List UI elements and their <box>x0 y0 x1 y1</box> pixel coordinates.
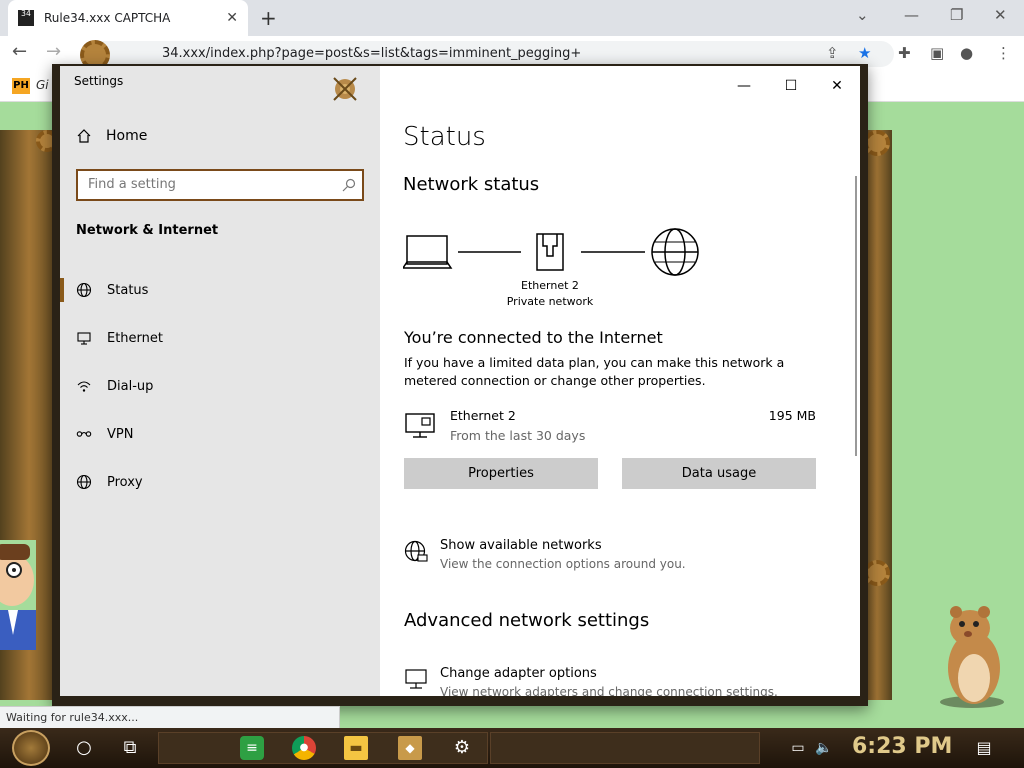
network-status-heading: Network status <box>403 174 540 195</box>
globe-icon <box>651 228 699 276</box>
app-thumbnail-icon[interactable]: ◆ <box>398 736 422 760</box>
sidebar-item-label: Dial-up <box>107 378 154 394</box>
sidebar-item-label: VPN <box>107 426 134 442</box>
page-title: Status <box>403 122 486 152</box>
show-available-networks-link[interactable]: Show available networks View the connect… <box>404 538 844 578</box>
notes-app-icon[interactable]: ≡ <box>240 736 264 760</box>
sidebar-item-label: Status <box>107 282 149 298</box>
browser-restore-icon[interactable]: ❐ <box>950 6 963 24</box>
advanced-settings-heading: Advanced network settings <box>404 610 650 631</box>
sidebar-item-proxy[interactable]: Proxy <box>60 462 380 502</box>
sidebar-item-label: Ethernet <box>107 330 163 346</box>
sidebar-item-vpn[interactable]: VPN <box>60 414 380 454</box>
network-tray-icon[interactable]: ▭ <box>786 736 810 760</box>
close-button[interactable]: ✕ <box>815 72 859 100</box>
settings-gear-icon[interactable]: ⚙ <box>450 736 474 760</box>
site-favicon-icon: 34 <box>18 10 34 26</box>
sidebar-item-dial-up[interactable]: Dial-up <box>60 366 380 406</box>
home-nav-item[interactable]: Home <box>76 128 147 144</box>
bookmark-star-icon[interactable]: ★ <box>858 44 871 62</box>
back-arrow-icon[interactable]: ← <box>12 41 27 62</box>
vpn-icon <box>76 431 92 437</box>
bookmark-favicon-icon: PH <box>12 78 30 94</box>
laptop-icon <box>403 235 453 269</box>
start-button[interactable] <box>12 730 50 766</box>
content-scrollbar[interactable] <box>855 176 857 456</box>
change-adapter-options-link[interactable]: Change adapter options View network adap… <box>404 666 844 696</box>
window-title: Settings <box>74 74 124 88</box>
globe-network-icon <box>404 540 428 562</box>
connection-description: If you have a limited data plan, you can… <box>404 355 785 388</box>
tab-search-chevron-icon[interactable]: ⌄ <box>856 6 869 24</box>
search-placeholder: Find a setting <box>88 177 176 192</box>
ethernet-usage-row: Ethernet 2 From the last 30 days 195 MB <box>404 406 816 446</box>
home-icon <box>77 129 91 143</box>
adapter-options-title: Change adapter options <box>440 666 597 681</box>
data-usage-button[interactable]: Data usage <box>622 458 816 489</box>
taskbar: ○ ⧉ ≡ ● ▬ ◆ ⚙ ▭ 🔈 6:23 PM ▤ <box>0 728 1024 768</box>
adapter-icon <box>405 669 427 689</box>
ethernet-name: Ethernet 2 <box>450 408 516 423</box>
adapter-options-description: View network adapters and change connect… <box>440 685 778 696</box>
bookmark-item[interactable]: Gi <box>36 78 49 92</box>
sidebar-item-status[interactable]: Status <box>60 270 380 310</box>
tab-title: Rule34.xxx CAPTCHA <box>44 11 171 25</box>
browser-close-icon[interactable]: ✕ <box>994 6 1007 24</box>
new-tab-button[interactable]: + <box>260 6 277 30</box>
taskbar-clock[interactable]: 6:23 PM <box>852 734 952 759</box>
browser-status-bubble: Waiting for rule34.xxx... <box>0 706 340 728</box>
extensions-puzzle-icon[interactable]: ✚ <box>898 44 911 62</box>
network-name-label: Ethernet 2 <box>521 279 579 292</box>
side-panel-icon[interactable]: ▣ <box>930 44 944 62</box>
ethernet-icon <box>405 413 435 438</box>
globe-icon <box>76 474 92 490</box>
forward-arrow-icon[interactable]: → <box>46 41 61 62</box>
task-view-icon[interactable]: ⧉ <box>118 736 142 760</box>
settings-search-input[interactable]: Find a setting <box>76 169 364 201</box>
search-icon <box>342 178 356 192</box>
volume-muted-icon[interactable]: 🔈 <box>812 736 836 760</box>
taskbar-app-area <box>158 732 488 764</box>
minimize-button[interactable]: — <box>722 72 766 100</box>
settings-sidebar: Settings Home Find a setting Network & I… <box>60 66 380 696</box>
ethernet-period: From the last 30 days <box>450 428 586 443</box>
browser-minimize-icon[interactable]: — <box>904 6 919 24</box>
dialup-icon <box>77 381 91 392</box>
ethernet-icon <box>77 332 91 345</box>
cartoon-character-image <box>0 540 36 650</box>
properties-button[interactable]: Properties <box>404 458 598 489</box>
maximize-button[interactable]: ☐ <box>769 72 813 100</box>
sidebar-item-ethernet[interactable]: Ethernet <box>60 318 380 358</box>
network-type-label: Private network <box>506 295 594 308</box>
show-networks-description: View the connection options around you. <box>440 557 686 571</box>
hamster-image <box>940 606 1004 708</box>
share-icon[interactable]: ⇪ <box>826 44 839 62</box>
ethernet-port-icon <box>536 233 564 271</box>
browser-menu-icon[interactable]: ⋮ <box>996 44 1011 62</box>
file-explorer-icon[interactable]: ▬ <box>344 736 368 760</box>
settings-content: — ☐ ✕ Status Network status Ethernet 2 P… <box>380 66 860 696</box>
notification-center-icon[interactable]: ▤ <box>972 736 996 760</box>
chrome-icon[interactable]: ● <box>292 736 316 760</box>
user-avatar-icon <box>333 77 357 101</box>
show-networks-title: Show available networks <box>440 538 602 553</box>
home-label: Home <box>106 128 148 144</box>
tab-close-icon[interactable]: ✕ <box>226 10 238 26</box>
settings-window: Settings Home Find a setting Network & I… <box>60 66 860 696</box>
cortana-circle-icon[interactable]: ○ <box>72 736 96 760</box>
browser-tabstrip: 34 Rule34.xxx CAPTCHA ✕ + ⌄ — ❐ ✕ <box>0 0 1024 36</box>
diagram-caption: Ethernet 2 Private network <box>490 278 610 310</box>
sidebar-item-label: Proxy <box>107 474 143 490</box>
globe-icon <box>76 282 92 298</box>
taskbar-empty-area <box>490 732 760 764</box>
browser-tab[interactable]: 34 Rule34.xxx CAPTCHA ✕ <box>8 0 248 36</box>
connection-status-heading: You’re connected to the Internet <box>404 328 663 347</box>
sidebar-section-title: Network & Internet <box>76 223 219 238</box>
ethernet-data-size: 195 MB <box>768 408 816 423</box>
profile-avatar-icon[interactable]: ● <box>960 44 973 62</box>
